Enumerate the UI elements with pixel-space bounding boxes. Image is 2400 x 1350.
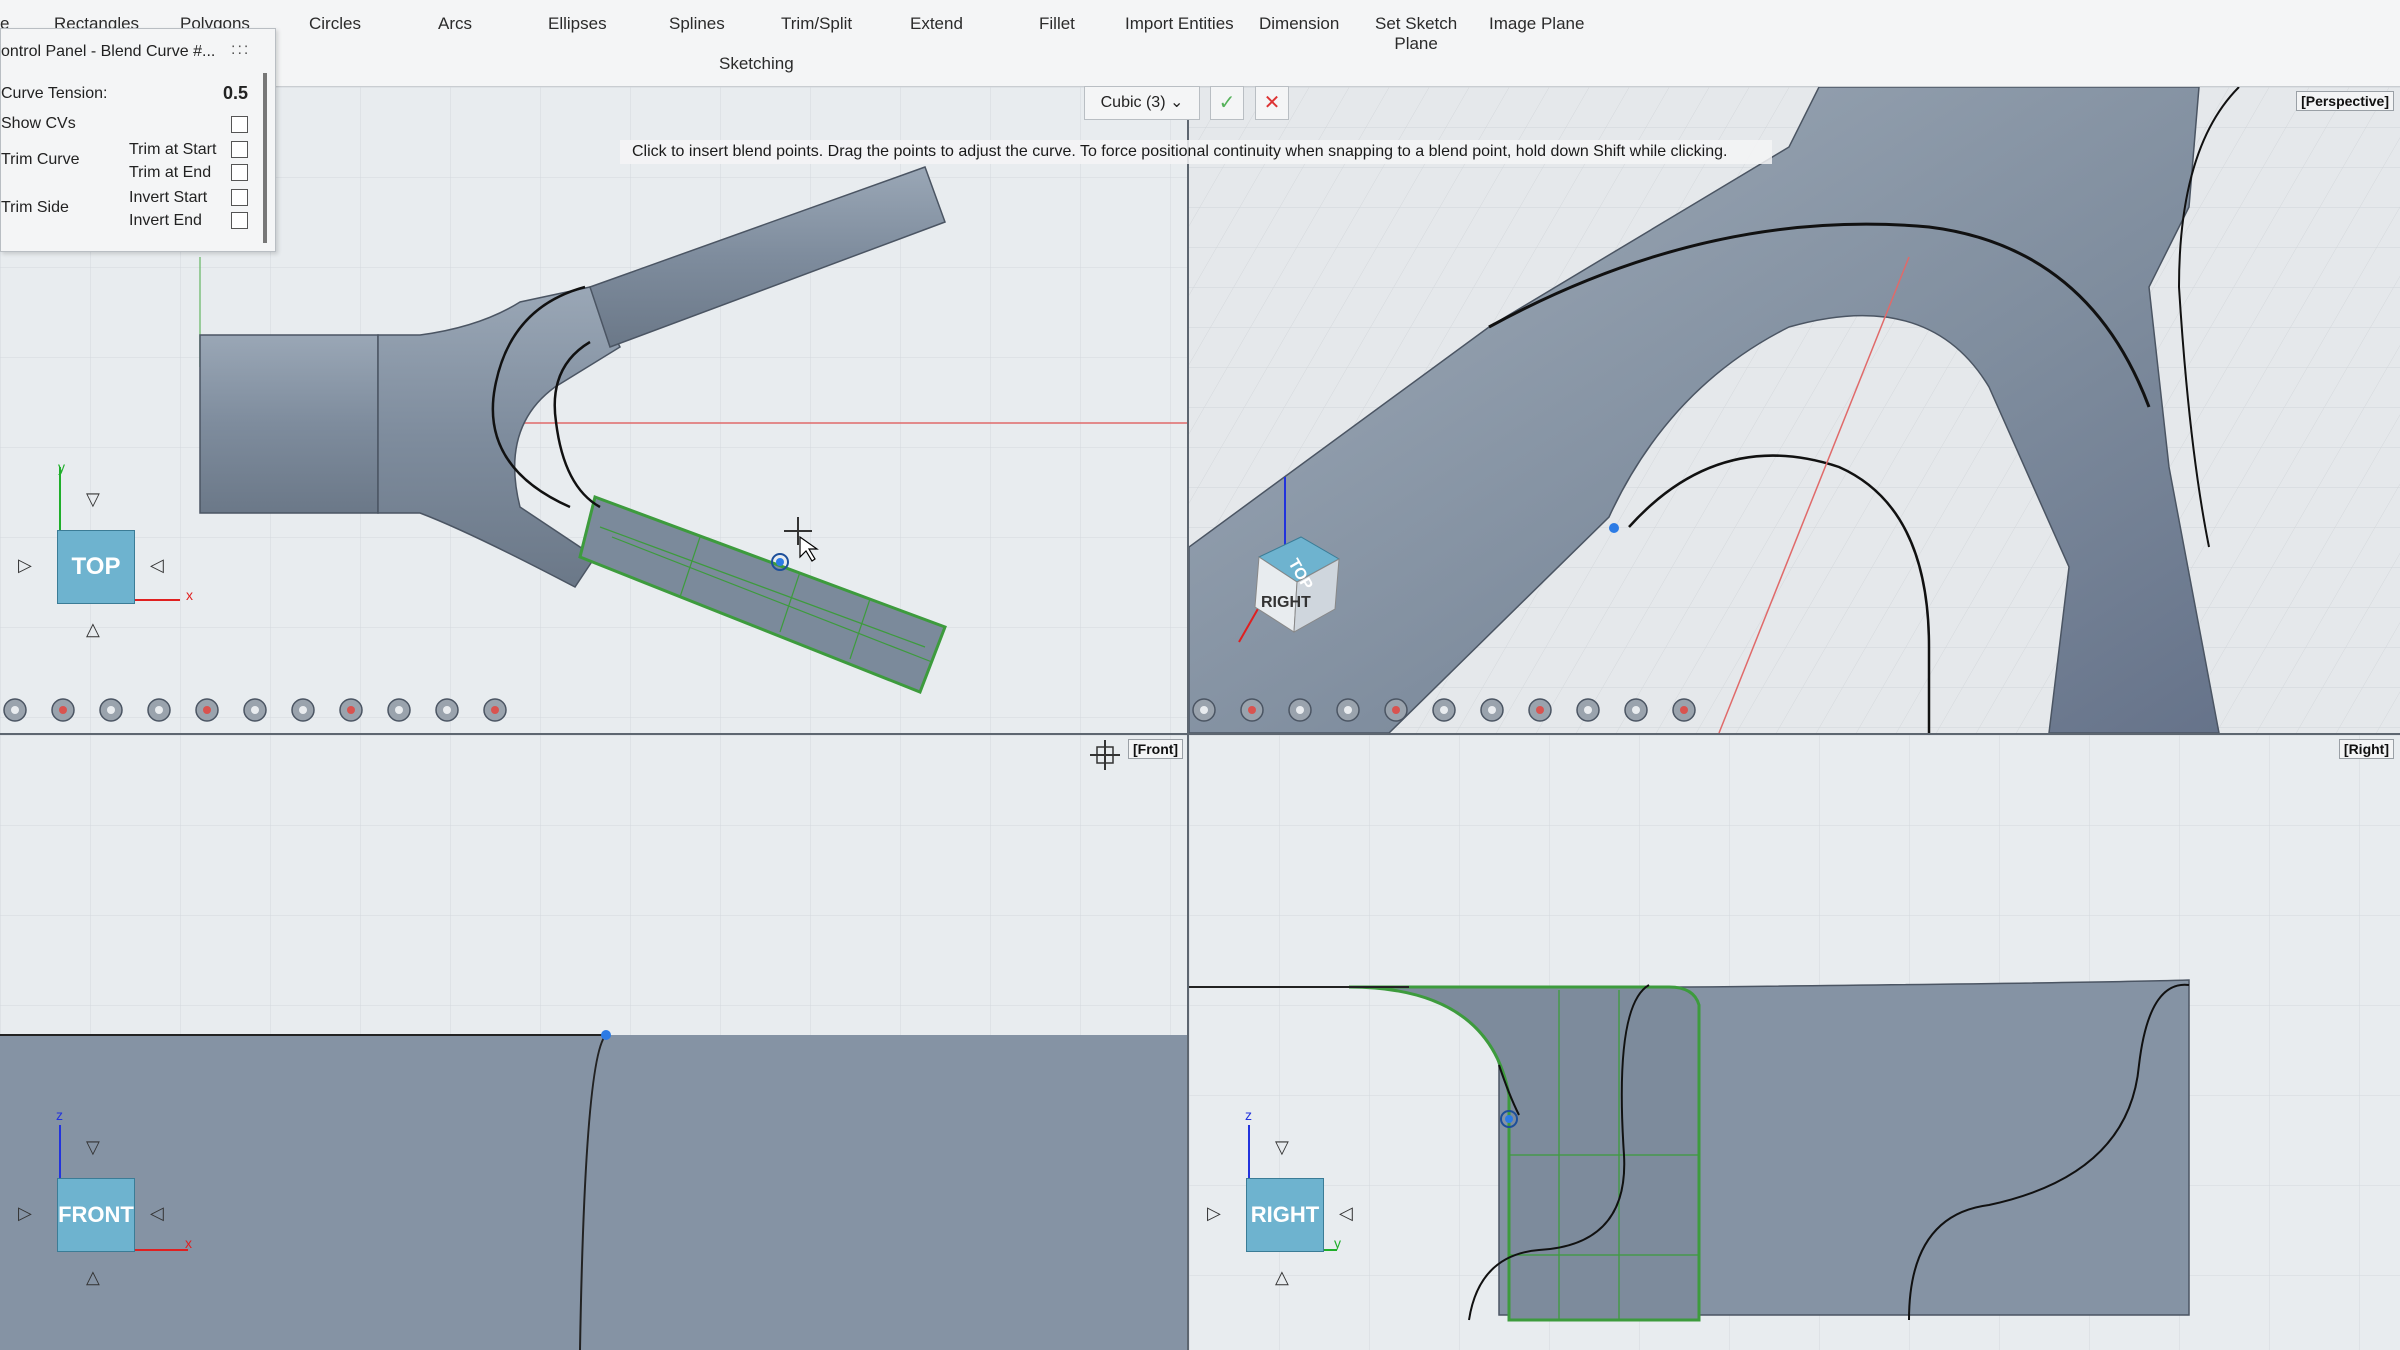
panel-scrollbar[interactable]: [263, 73, 267, 243]
globe-icon[interactable]: [240, 695, 270, 725]
axis-y-label-right: y: [1334, 1235, 1341, 1251]
ribbon-image-plane[interactable]: Image Plane: [1489, 14, 1584, 34]
invert-end-checkbox[interactable]: [231, 212, 248, 229]
ribbon-trim-split[interactable]: Trim/Split: [781, 14, 852, 34]
front-up-arrow[interactable]: ▽: [86, 1137, 100, 1158]
ribbon-import-entities[interactable]: Import Entities: [1125, 14, 1234, 34]
shading-icon[interactable]: [288, 695, 318, 725]
trim-side-label: Trim Side: [1, 199, 69, 216]
curve-degree-dropdown[interactable]: Cubic (3) ⌄: [1084, 86, 1200, 120]
ribbon-ellipses[interactable]: Ellipses: [548, 14, 607, 34]
curve-tension-value[interactable]: 0.5: [223, 83, 248, 104]
ribbon-group-label: Sketching: [719, 54, 794, 73]
accept-button[interactable]: ✓: [1210, 86, 1244, 120]
show-cvs-label: Show CVs: [1, 115, 76, 132]
top-view-toolbar: [0, 695, 520, 729]
view-icon[interactable]: [1381, 695, 1411, 725]
ribbon-extend[interactable]: Extend: [910, 14, 963, 34]
grid-icon[interactable]: [1573, 695, 1603, 725]
right-right-arrow[interactable]: ◁: [1339, 1203, 1353, 1224]
panel-grip-icon[interactable]: :::: [231, 41, 250, 59]
perspective-canvas: [1189, 87, 2400, 733]
zoom-fit-icon[interactable]: [1333, 695, 1363, 725]
viewport-right[interactable]: z y RIGHT ▽ △ ▷ ◁ [Right]: [1189, 735, 2400, 1350]
home-icon[interactable]: [96, 695, 126, 725]
axis-y-label: y: [58, 459, 65, 475]
invert-end-label: Invert End: [129, 212, 202, 229]
view-down-arrow[interactable]: △: [86, 619, 100, 640]
axis-z-label: z: [56, 1107, 63, 1123]
trim-at-start-checkbox[interactable]: [231, 141, 248, 158]
ribbon-dimension[interactable]: Dimension: [1259, 14, 1339, 34]
persp-cube-right-label: RIGHT: [1261, 594, 1311, 611]
home-icon[interactable]: [1285, 695, 1315, 725]
front-label[interactable]: [Front]: [1128, 739, 1184, 759]
material-icon[interactable]: [1525, 695, 1555, 725]
right-down-arrow[interactable]: △: [1275, 1267, 1289, 1288]
orbit-icon[interactable]: [1189, 695, 1219, 725]
invert-start-checkbox[interactable]: [231, 189, 248, 206]
ribbon-toolbar: e Rectangles Polygons Circles Arcs Ellip…: [0, 0, 2400, 87]
zoom-icon[interactable]: [1621, 695, 1651, 725]
persp-view-toolbar: [1189, 695, 1709, 729]
display-icon[interactable]: [1669, 695, 1699, 725]
material-icon[interactable]: [336, 695, 366, 725]
control-panel: ontrol Panel - Blend Curve #... ::: Curv…: [0, 28, 276, 252]
viewport-divider-vertical[interactable]: [1187, 87, 1189, 1350]
control-panel-title: ontrol Panel - Blend Curve #...: [1, 43, 216, 60]
trim-curve-label: Trim Curve: [1, 151, 80, 168]
axis-x-label-front: x: [185, 1235, 192, 1251]
curve-tension-label: Curve Tension:: [1, 85, 108, 102]
pan-icon[interactable]: [1237, 695, 1267, 725]
axis-x-label: x: [186, 587, 193, 603]
ribbon-fillet[interactable]: Fillet: [1039, 14, 1075, 34]
show-cvs-checkbox[interactable]: [231, 116, 248, 133]
top-viewcube[interactable]: TOP: [57, 530, 135, 604]
shading-icon[interactable]: [1477, 695, 1507, 725]
invert-start-label: Invert Start: [129, 189, 208, 206]
right-left-arrow[interactable]: ▷: [1207, 1203, 1221, 1224]
pan-icon[interactable]: [48, 695, 78, 725]
view-up-arrow[interactable]: ▽: [86, 489, 100, 510]
perspective-label[interactable]: [Perspective]: [2296, 91, 2394, 111]
right-up-arrow[interactable]: ▽: [1275, 1137, 1289, 1158]
trim-at-start-label: Trim at Start: [129, 141, 217, 158]
orbit-icon[interactable]: [0, 695, 30, 725]
view-left-arrow[interactable]: ▷: [18, 555, 32, 576]
viewport-divider-horizontal[interactable]: [0, 733, 2400, 735]
globe-icon[interactable]: [1429, 695, 1459, 725]
viewport-front[interactable]: z x FRONT ▽ △ ▷ ◁ [Front]: [0, 735, 1187, 1350]
grid-icon[interactable]: [384, 695, 414, 725]
curve-degree-value: Cubic (3): [1100, 94, 1166, 111]
ribbon-arcs[interactable]: Arcs: [438, 14, 472, 34]
trim-at-end-checkbox[interactable]: [231, 164, 248, 181]
view-icon[interactable]: [192, 695, 222, 725]
display-icon[interactable]: [480, 695, 510, 725]
front-viewcube[interactable]: FRONT: [57, 1178, 135, 1252]
cancel-button[interactable]: ✕: [1255, 86, 1289, 120]
right-label[interactable]: [Right]: [2338, 739, 2394, 759]
perspective-viewcube[interactable]: TOP RIGHT: [1189, 467, 1369, 667]
viewport-perspective[interactable]: TOP RIGHT [Perspective]: [1189, 87, 2400, 733]
front-left-arrow[interactable]: ▷: [18, 1203, 32, 1224]
axis-z-label-right: z: [1245, 1107, 1252, 1123]
right-viewcube[interactable]: RIGHT: [1246, 1178, 1324, 1252]
chevron-down-icon: ⌄: [1169, 94, 1184, 111]
ribbon-set-sketch-plane[interactable]: Set Sketch Plane: [1375, 14, 1457, 54]
zoom-fit-icon[interactable]: [144, 695, 174, 725]
zoom-icon[interactable]: [432, 695, 462, 725]
ribbon-splines[interactable]: Splines: [669, 14, 725, 34]
ribbon-circles[interactable]: Circles: [309, 14, 361, 34]
view-right-arrow[interactable]: ◁: [150, 555, 164, 576]
trim-at-end-label: Trim at End: [129, 164, 212, 181]
front-down-arrow[interactable]: △: [86, 1267, 100, 1288]
close-icon: ✕: [1263, 92, 1281, 114]
checkmark-icon: ✓: [1218, 92, 1236, 114]
front-right-arrow[interactable]: ◁: [150, 1203, 164, 1224]
hint-text: Click to insert blend points. Drag the p…: [620, 140, 1772, 164]
